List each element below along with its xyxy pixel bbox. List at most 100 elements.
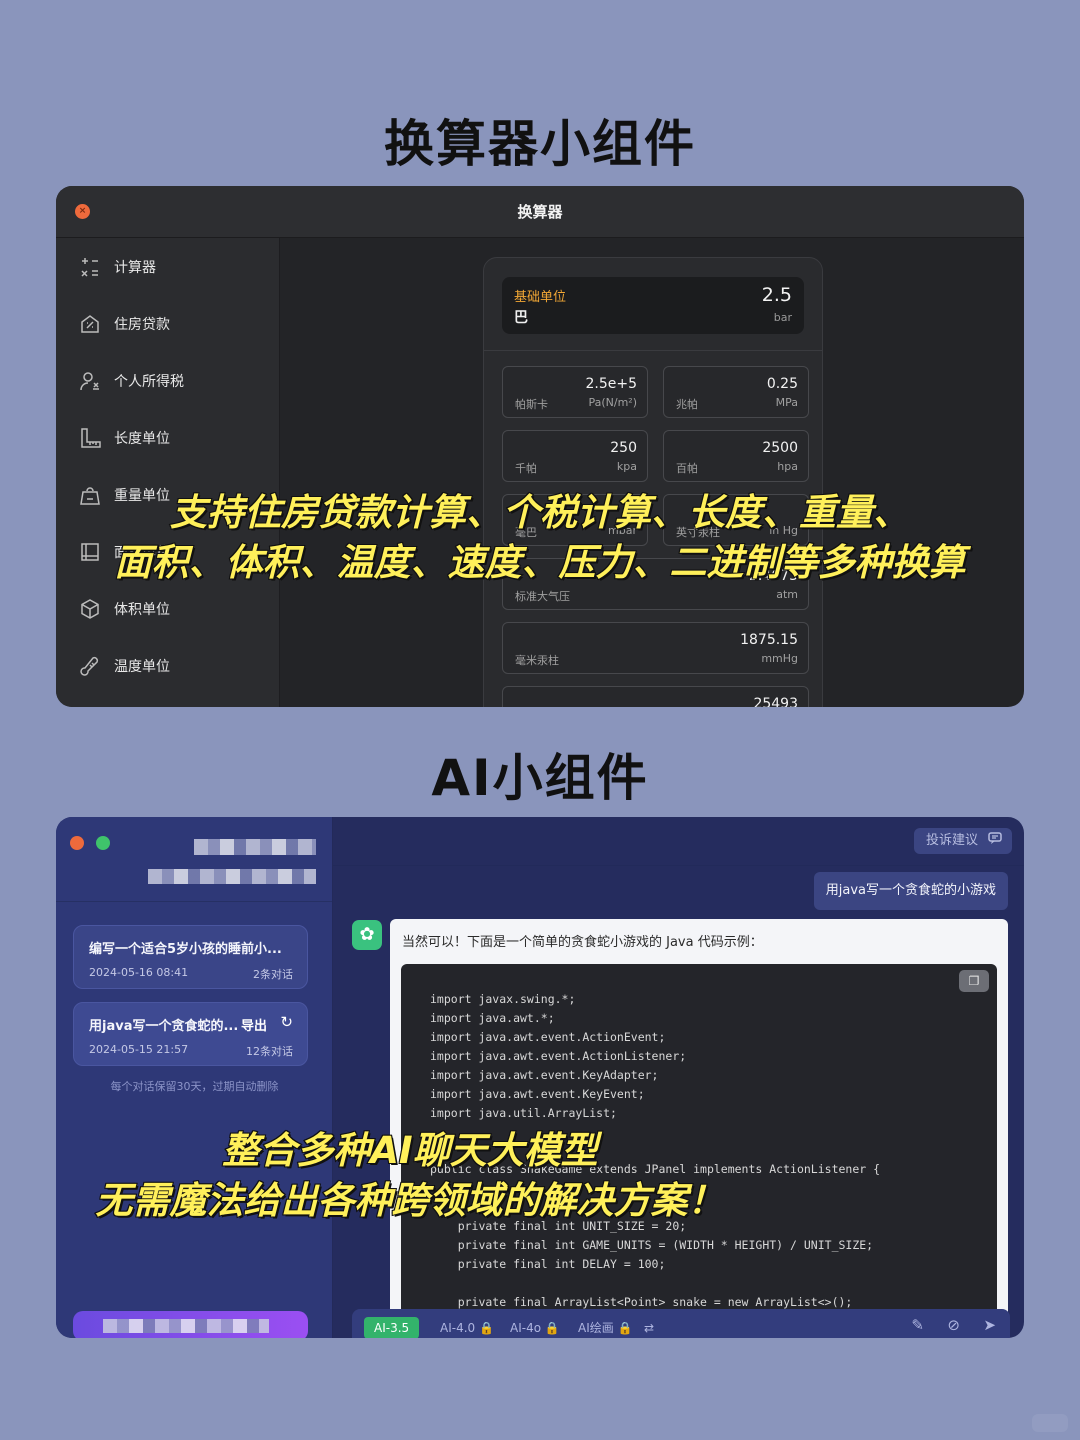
converter-titlebar: × 换算器 (56, 186, 1024, 238)
calculator-icon (78, 255, 102, 279)
model-tab-ai40[interactable]: AI-4.0 🔒 (430, 1317, 504, 1338)
unit-symbol: hpa (777, 460, 798, 473)
code-line: import java.awt.event.KeyEvent; (430, 1087, 645, 1101)
thermometer-icon (78, 654, 102, 678)
ai-widget-heading: AI小组件 (431, 749, 649, 807)
export-button[interactable]: 导出 (241, 1015, 267, 1034)
conversation-date: 2024-05-15 21:57 (89, 1043, 189, 1056)
base-unit-symbol: bar (773, 311, 792, 324)
unit-card-partial[interactable]: 25493 (502, 686, 809, 707)
code-line: import java.awt.event.ActionEvent; (430, 1030, 666, 1044)
unit-name: 帕斯卡 (515, 398, 548, 411)
unit-value: 25493 (753, 696, 798, 707)
converter-window: × 换算器 计算器 住房贷款 个人所得税 长度单位 重量单位 面积单位 体积单位… (56, 186, 1024, 707)
code-line: import java.awt.event.ActionListener; (430, 1049, 687, 1063)
user-message: 用java写一个贪食蛇的小游戏 (813, 872, 1008, 910)
conversation-date: 2024-05-16 08:41 (89, 966, 189, 979)
sidebar-item-label: 长度单位 (114, 430, 170, 447)
sidebar-item-volume[interactable]: 体积单位 (56, 580, 279, 637)
model-tab-ai4o[interactable]: AI-4o 🔒 (500, 1317, 570, 1338)
conversation-count: 2条对话 (253, 968, 293, 981)
conversation-count: 12条对话 (246, 1045, 293, 1058)
unit-card-megapascal[interactable]: 0.25 兆帕 MPa (663, 366, 809, 418)
sidebar-item-label: 温度单位 (114, 658, 170, 675)
close-icon[interactable]: × (75, 204, 90, 219)
base-unit-card[interactable]: 基础单位 巴 2.5 bar (502, 277, 804, 334)
send-icon[interactable]: ➤ (983, 1316, 996, 1334)
bot-avatar-icon: ✿ (352, 920, 382, 950)
account-bar[interactable] (73, 1311, 308, 1338)
unit-value: 0.25 (766, 376, 798, 392)
converter-sidebar: 计算器 住房贷款 个人所得税 长度单位 重量单位 面积单位 体积单位 温度单位 (56, 238, 280, 707)
person-tax-icon (78, 369, 102, 393)
converter-title: 换算器 (517, 203, 563, 221)
unit-symbol: Pa(N/m²) (588, 396, 637, 409)
copy-icon[interactable]: ❐ (959, 970, 989, 992)
sidebar-item-label: 个人所得税 (114, 373, 184, 390)
expand-icon[interactable] (96, 836, 110, 850)
conversation-sidebar: 编写一个适合5岁小孩的睡前小... 2024-05-16 08:41 2条对话 … (56, 817, 333, 1338)
chat-topbar: 投诉建议 (333, 817, 1024, 866)
feedback-button[interactable]: 投诉建议 (913, 828, 1012, 854)
cube-icon (78, 597, 102, 621)
unit-symbol: MPa (775, 396, 798, 409)
unit-name: 百帕 (676, 462, 698, 475)
close-icon[interactable] (70, 836, 84, 850)
watermark-logo (1032, 1414, 1068, 1432)
attachment-icon[interactable]: ⊘ (947, 1316, 960, 1334)
conversation-item-active[interactable]: 用java写一个贪食蛇的... 导出 ↻ 2024-05-15 21:57 12… (73, 1002, 308, 1066)
sidebar-item-label: 体积单位 (114, 601, 170, 618)
unit-symbol: atm (776, 588, 798, 601)
unit-value: 2500 (762, 440, 798, 456)
blurred-username (194, 839, 316, 855)
model-tab-ai35[interactable]: AI-3.5 (364, 1317, 420, 1338)
feedback-label: 投诉建议 (925, 833, 978, 848)
feature-caption-line2: 面积、体积、温度、速度、压力、二进制等多种换算 (114, 540, 967, 585)
unit-card-kilopascal[interactable]: 250 千帕 kpa (502, 430, 648, 482)
conversation-title: 编写一个适合5岁小孩的睡前小... (89, 942, 282, 957)
refresh-icon[interactable]: ↻ (280, 1013, 293, 1031)
house-loan-icon (78, 312, 102, 336)
model-tab-ai-drawing[interactable]: AI绘画 🔒 (568, 1317, 643, 1338)
message-icon (988, 828, 1002, 854)
unit-card-hectopascal[interactable]: 2500 百帕 hpa (663, 430, 809, 482)
unit-name: 标准大气压 (515, 590, 570, 603)
unit-name: 千帕 (515, 462, 537, 475)
unit-value: 250 (610, 440, 637, 456)
unit-card-mm-mercury[interactable]: 1875.15 毫米汞柱 mmHg (502, 622, 809, 674)
swap-models-icon[interactable]: ⇄ (634, 1317, 664, 1338)
code-line: import java.util.ArrayList; (430, 1106, 617, 1120)
conversation-item[interactable]: 编写一个适合5岁小孩的睡前小... 2024-05-16 08:41 2条对话 (73, 925, 308, 989)
base-unit-label: 基础单位 (514, 290, 567, 305)
sidebar-item-house-loan[interactable]: 住房贷款 (56, 295, 279, 352)
unit-symbol: kpa (616, 460, 637, 473)
code-line: import java.awt.event.KeyAdapter; (430, 1068, 659, 1082)
chat-input-area[interactable]: AI-3.5 AI-4.0 🔒 AI-4o 🔒 AI绘画 🔒 ⇄ ✎ ⊘ ➤ (352, 1309, 1010, 1338)
sidebar-item-temperature[interactable]: 温度单位 (56, 637, 279, 694)
feature-caption-line1: 支持住房贷款计算、个税计算、长度、重量、 (169, 490, 911, 535)
sidebar-item-length[interactable]: 长度单位 (56, 409, 279, 466)
code-line: private final ArrayList<Point> snake = n… (430, 1295, 853, 1309)
code-line: import java.awt.*; (430, 1011, 555, 1025)
blurred-account-label (103, 1319, 269, 1333)
ruler-icon (78, 426, 102, 450)
sidebar-item-calculator[interactable]: 计算器 (56, 238, 279, 295)
converter-widget-heading: 换算器小组件 (384, 115, 696, 173)
code-line: private final int GAME_UNITS = (WIDTH * … (430, 1238, 874, 1252)
unit-symbol: mmHg (761, 652, 798, 665)
retention-note: 每个对话保留30天，过期自动删除 (110, 1080, 279, 1093)
ai-window: 编写一个适合5岁小孩的睡前小... 2024-05-16 08:41 2条对话 … (56, 817, 1024, 1338)
unit-name: 兆帕 (676, 398, 698, 411)
sidebar-item-label: 住房贷款 (114, 316, 170, 333)
unit-card-pascal[interactable]: 2.5e+5 帕斯卡 Pa(N/m²) (502, 366, 648, 418)
base-unit-value[interactable]: 2.5 (762, 284, 792, 306)
unit-value: 1875.15 (740, 632, 798, 648)
blurred-account-info (148, 869, 316, 884)
sidebar-item-label: 计算器 (114, 259, 156, 276)
code-line: private final int DELAY = 100; (430, 1257, 666, 1271)
magic-wand-icon[interactable]: ✎ (911, 1316, 924, 1334)
code-line: import javax.swing.*; (430, 992, 576, 1006)
ai-caption-line1: 整合多种AI聊天大模型 (221, 1128, 598, 1173)
sidebar-item-income-tax[interactable]: 个人所得税 (56, 352, 279, 409)
unit-value: 2.5e+5 (585, 376, 637, 392)
